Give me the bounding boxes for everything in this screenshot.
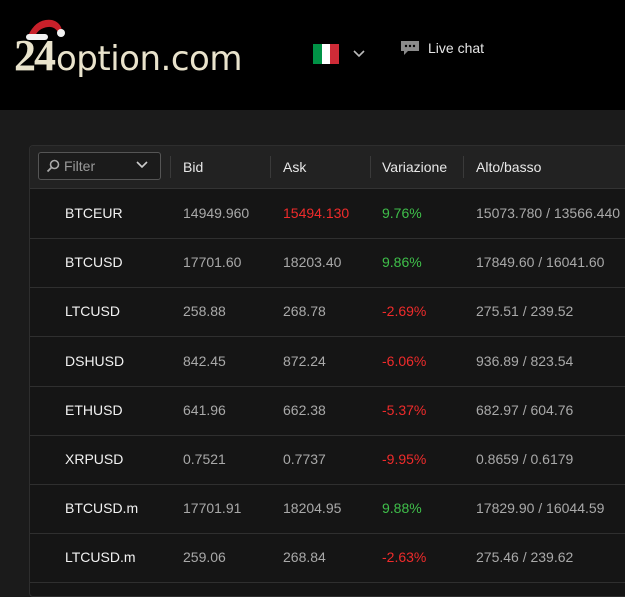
high-low-cell: 17829.90 / 16044.59 [476,500,605,517]
bid-cell: 0.7521 [183,451,226,467]
ask-cell: 872.24 [283,352,326,369]
table-row[interactable]: ETHUSD 641.96 662.38 -5.37% 682.97 / 604.76 [30,386,625,436]
ask-cell: 662.38 [283,401,326,418]
quotes-table: Bid Ask Variazione Alto/basso BTCEUR 1494… [29,145,625,597]
bid-cell: 842.45 [183,352,226,369]
change-cell: -2.63% [382,549,427,566]
high-low-cell: 936.89 / 823.54 [476,352,574,369]
symbol-cell: ETHUSD [65,401,123,418]
high-low-cell: 0.8659 / 0.6179 [476,451,574,467]
symbol-cell: LTCUSD.m [65,549,136,566]
table-row[interactable]: LTCUSD.m 259.06 268.84 -2.63% 275.46 / 239.6… [30,533,625,584]
change-cell: -2.69% [382,303,427,320]
table-row[interactable]: LTCUSD 258.88 268.78 -2.69% 275.51 / 239.52 [30,287,625,338]
bid-cell: 17701.91 [183,500,242,517]
symbol-cell: BTCEUR [65,205,123,221]
site-logo[interactable]: 24 option.com [14,19,242,79]
column-header-ask[interactable]: Ask [283,146,306,188]
column-header-high-low[interactable]: Alto/basso [476,146,541,188]
column-divider [370,156,371,178]
live-chat-button[interactable]: Live chat [400,40,484,56]
change-cell: 9.76% [382,205,422,221]
ask-cell: 268.78 [283,303,326,320]
high-low-cell: 15073.780 / 13566.440 [476,205,621,221]
bid-cell: 258.88 [183,303,226,320]
filter-input[interactable] [64,158,134,174]
live-chat-label: Live chat [428,40,485,56]
ask-cell: 15494.130 [283,205,350,221]
column-header-bid[interactable]: Bid [183,146,203,188]
bid-cell: 17701.60 [183,254,242,271]
table-row[interactable]: BTCUSD 17701.60 18203.40 9.86% 17849.60 / 16… [30,238,625,289]
bid-cell: 14949.960 [183,205,250,221]
bid-cell: 259.06 [183,549,226,566]
column-divider [463,156,464,178]
change-cell: -5.37% [382,401,427,418]
symbol-cell: XRPUSD [65,451,124,467]
ask-cell: 268.84 [283,549,326,566]
column-divider [170,156,171,178]
table-row[interactable]: XRPUSD 0.7521 0.7737 -9.95% 0.8659 / 0.6179 [30,435,625,485]
symbol-cell: DSHUSD [65,352,125,369]
italy-flag-icon [313,44,340,64]
search-icon [46,159,60,173]
high-low-cell: 17849.60 / 16041.60 [476,254,605,271]
high-low-cell: 275.46 / 239.62 [476,549,574,566]
site-header: 24 option.com Live chat [0,0,625,110]
language-selector[interactable] [313,44,365,64]
change-cell: 9.88% [382,500,422,517]
ask-cell: 18203.40 [283,254,342,271]
change-cell: -9.95% [382,451,427,467]
ask-cell: 0.7737 [283,451,326,467]
chevron-down-icon[interactable] [136,161,148,169]
change-cell: 9.86% [382,254,422,271]
change-cell: -6.06% [382,352,427,369]
table-row[interactable]: DSHUSD 842.45 872.24 -6.06% 936.89 / 823.54 [30,337,625,387]
logo-text: option.com [56,39,242,79]
high-low-cell: 275.51 / 239.52 [476,303,574,320]
santa-hat-icon [26,19,65,40]
chat-bubble-icon [401,41,419,55]
symbol-cell: BTCUSD.m [65,500,139,517]
column-header-change[interactable]: Variazione [382,146,447,188]
symbol-cell: LTCUSD [65,303,120,320]
symbol-cell: BTCUSD [65,254,123,271]
high-low-cell: 682.97 / 604.76 [476,401,574,418]
table-row[interactable]: BTCEUR 14949.960 15494.130 9.76% 15073.780 /… [30,189,625,239]
table-row[interactable]: BTCUSD.m 17701.91 18204.95 9.88% 17829.90 / … [30,484,625,535]
filter-dropdown[interactable] [38,152,161,180]
bid-cell: 641.96 [183,401,226,418]
table-header: Bid Ask Variazione Alto/basso [30,146,625,189]
chevron-down-icon [353,50,365,58]
column-divider [270,156,271,178]
ask-cell: 18204.95 [283,500,342,517]
